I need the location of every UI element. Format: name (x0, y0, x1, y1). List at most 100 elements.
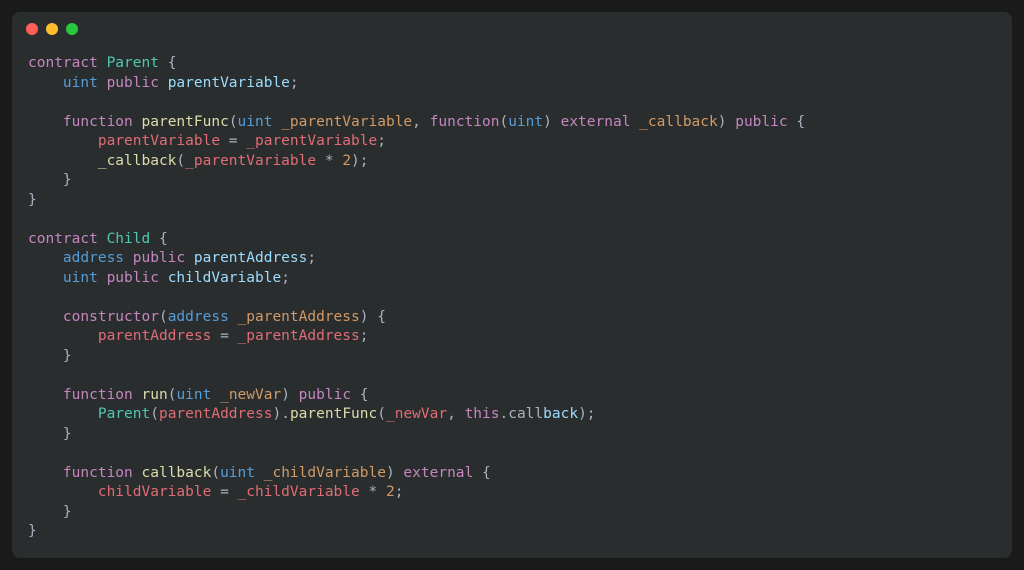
code-token: public (299, 387, 360, 403)
code-token: contract (28, 231, 107, 247)
code-token: childVariable (168, 270, 282, 286)
code-token: _parentVariable (246, 133, 377, 149)
code-token: _parentVariable (185, 153, 325, 169)
code-token: ). (272, 406, 289, 422)
code-line (28, 288, 996, 308)
code-token: ; (281, 270, 290, 286)
code-token: uint (508, 114, 543, 130)
code-line: _callback(_parentVariable * 2); (28, 152, 996, 172)
code-token: * (325, 153, 342, 169)
code-token: this (465, 406, 500, 422)
code-token: public (133, 250, 194, 266)
code-token: ( (159, 309, 168, 325)
code-token: } (28, 426, 72, 442)
code-line: address public parentAddress; (28, 249, 996, 269)
code-token: _childVariable (264, 465, 386, 481)
code-token: _parentAddress (238, 309, 360, 325)
code-token: parentAddress (159, 406, 273, 422)
code-token: run (142, 387, 168, 403)
code-token: ; (307, 250, 316, 266)
code-token (28, 465, 63, 481)
code-token: = (220, 328, 237, 344)
code-token: ; (377, 133, 386, 149)
code-token: { (796, 114, 805, 130)
code-line: constructor(address _parentAddress) { (28, 308, 996, 328)
code-token: = (220, 484, 237, 500)
code-token: ( (150, 406, 159, 422)
code-token: Parent (107, 55, 168, 71)
code-line: uint public parentVariable; (28, 74, 996, 94)
code-token: .call (499, 406, 543, 422)
code-token: ); (351, 153, 368, 169)
code-line: contract Parent { (28, 54, 996, 74)
minimize-icon[interactable] (46, 23, 58, 35)
code-token: back (543, 406, 578, 422)
code-line: parentAddress = _parentAddress; (28, 327, 996, 347)
code-token: ) (718, 114, 735, 130)
code-token: _parentAddress (238, 328, 360, 344)
close-icon[interactable] (26, 23, 38, 35)
code-token: { (159, 231, 168, 247)
code-token: parentAddress (194, 250, 308, 266)
code-editor-content[interactable]: contract Parent { uint public parentVari… (12, 46, 1012, 558)
code-line: function run(uint _newVar) public { (28, 386, 996, 406)
code-token (28, 309, 63, 325)
code-line: function parentFunc(uint _parentVariable… (28, 113, 996, 133)
code-token (28, 328, 98, 344)
code-token: _callback (639, 114, 718, 130)
code-token (28, 114, 63, 130)
code-token: public (107, 270, 168, 286)
code-token (28, 484, 98, 500)
code-token: constructor (63, 309, 159, 325)
code-token: uint (63, 75, 107, 91)
code-token: ( (229, 114, 238, 130)
code-token: Child (107, 231, 159, 247)
code-token: parentFunc (142, 114, 229, 130)
code-line: } (28, 347, 996, 367)
code-token: ) (281, 387, 298, 403)
code-token: callback (142, 465, 212, 481)
code-token: ) (543, 114, 560, 130)
code-line: } (28, 171, 996, 191)
code-token: external (561, 114, 640, 130)
code-token (28, 153, 98, 169)
code-token: uint (220, 465, 264, 481)
code-line: } (28, 522, 996, 542)
code-token: ( (499, 114, 508, 130)
code-token: } (28, 523, 37, 539)
code-token (28, 133, 98, 149)
code-token: parentFunc (290, 406, 377, 422)
code-token: address (168, 309, 238, 325)
code-line: function callback(uint _childVariable) e… (28, 464, 996, 484)
code-token: } (28, 504, 72, 520)
code-token: _newVar (386, 406, 447, 422)
code-token: address (63, 250, 133, 266)
code-line (28, 210, 996, 230)
code-token: ); (578, 406, 595, 422)
code-token: _newVar (220, 387, 281, 403)
code-line: Parent(parentAddress).parentFunc(_newVar… (28, 405, 996, 425)
code-token: parentVariable (168, 75, 290, 91)
code-token: } (28, 172, 72, 188)
code-token: function (63, 465, 142, 481)
maximize-icon[interactable] (66, 23, 78, 35)
code-token: _parentVariable (281, 114, 412, 130)
code-token: ) (386, 465, 403, 481)
code-token: childVariable (98, 484, 220, 500)
code-token: = (229, 133, 246, 149)
code-token (28, 387, 63, 403)
code-token (28, 75, 63, 91)
code-line: parentVariable = _parentVariable; (28, 132, 996, 152)
code-token: public (107, 75, 168, 91)
code-token: ( (176, 153, 185, 169)
code-token: { (168, 55, 177, 71)
code-token: 2 (386, 484, 395, 500)
code-token: ; (395, 484, 404, 500)
window-titlebar (12, 12, 1012, 46)
code-token: * (368, 484, 385, 500)
code-token: ( (377, 406, 386, 422)
code-token: Parent (98, 406, 150, 422)
code-token: { (482, 465, 491, 481)
code-token: ; (290, 75, 299, 91)
code-line (28, 366, 996, 386)
